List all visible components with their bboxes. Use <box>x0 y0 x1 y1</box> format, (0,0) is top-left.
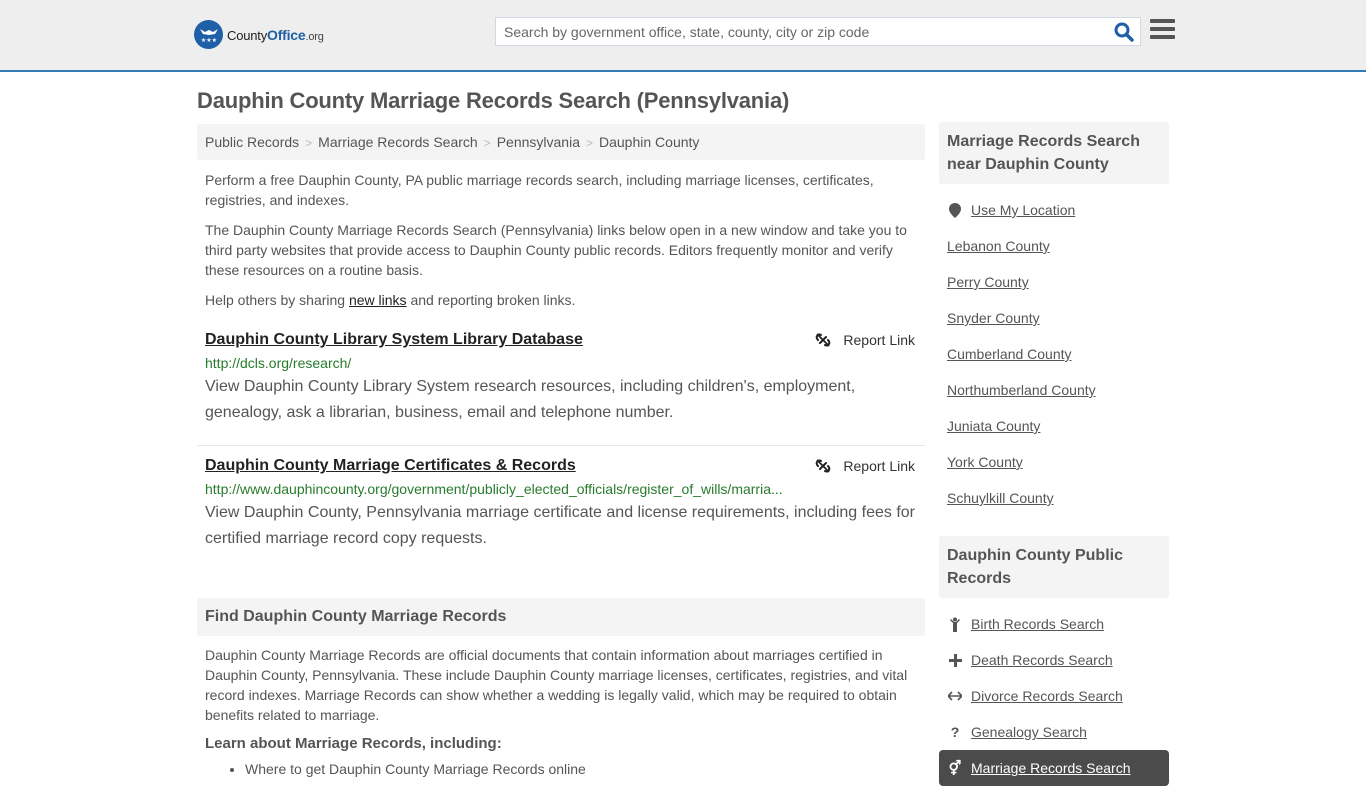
svg-text:★★★: ★★★ <box>200 37 216 44</box>
marriage-records-item: ⚥ Marriage Records Search <box>939 750 1169 786</box>
main-content: Public Records > Marriage Records Search > P… <box>197 124 925 777</box>
marriage-records-link[interactable]: Marriage Records Search <box>971 760 1131 776</box>
intro: Perform a free Dauphin County, PA public… <box>197 170 925 310</box>
report-link-button[interactable]: Report Link <box>815 456 915 476</box>
search-icon <box>1114 22 1134 42</box>
map-marker-icon <box>947 202 963 218</box>
share-text: Help others by sharing <box>205 292 349 308</box>
genealogy-link[interactable]: Genealogy Search <box>971 724 1087 740</box>
menu-bar <box>1150 19 1175 23</box>
breadcrumb-separator: > <box>483 136 491 150</box>
use-my-location-item: Use My Location <box>947 192 1161 228</box>
breadcrumb-dauphin-county[interactable]: Dauphin County <box>599 134 699 150</box>
nearby-county-link[interactable]: York County <box>947 454 1023 470</box>
site-logo[interactable]: ★★★ CountyOffice.org <box>194 20 324 49</box>
breadcrumb-separator: > <box>305 136 313 150</box>
find-records-paragraph: Dauphin County Marriage Records are offi… <box>205 647 908 723</box>
breadcrumb: Public Records > Marriage Records Search > P… <box>197 124 925 160</box>
plus-icon <box>947 653 963 667</box>
hamburger-menu-button[interactable] <box>1150 19 1175 41</box>
breadcrumb-public-records[interactable]: Public Records <box>205 134 299 150</box>
nearby-county-link[interactable]: Lebanon County <box>947 238 1050 254</box>
breadcrumb-pennsylvania[interactable]: Pennsylvania <box>497 134 580 150</box>
nearby-county-item: Schuylkill County <box>947 480 1161 516</box>
nearby-county-item: Lebanon County <box>947 228 1161 264</box>
birth-records-link[interactable]: Birth Records Search <box>971 616 1104 632</box>
breadcrumb-separator: > <box>585 136 593 150</box>
nearby-county-item: York County <box>947 444 1161 480</box>
death-records-item: Death Records Search <box>947 642 1161 678</box>
question-icon: ? <box>950 724 960 740</box>
arrows-horizontal-icon <box>947 691 963 701</box>
nearby-county-link[interactable]: Perry County <box>947 274 1029 290</box>
nearby-county-link[interactable]: Juniata County <box>947 418 1040 434</box>
result-title-link[interactable]: Dauphin County Marriage Certificates & R… <box>205 456 576 476</box>
broken-link-icon <box>816 459 831 473</box>
find-records-heading: Find Dauphin County Marriage Records <box>197 598 925 636</box>
nearby-county-item: Snyder County <box>947 300 1161 336</box>
find-records-body: Dauphin County Marriage Records are offi… <box>197 645 925 777</box>
genealogy-item: ? Genealogy Search <box>947 714 1161 750</box>
report-link-label: Report Link <box>843 458 915 474</box>
site-header: ★★★ CountyOffice.org <box>0 0 1366 72</box>
nearby-county-link[interactable]: Schuylkill County <box>947 490 1054 506</box>
child-icon <box>947 617 963 632</box>
result-url[interactable]: http://www.dauphincounty.org/government/… <box>205 480 917 498</box>
result-description: View Dauphin County Library System resea… <box>205 378 856 421</box>
birth-records-item: Birth Records Search <box>947 606 1161 642</box>
report-link-label: Report Link <box>843 332 915 348</box>
breadcrumb-marriage-records-search[interactable]: Marriage Records Search <box>318 134 478 150</box>
result-title-link[interactable]: Dauphin County Library System Library Da… <box>205 330 583 350</box>
search-box <box>495 17 1141 46</box>
nearby-county-item: Cumberland County <box>947 336 1161 372</box>
disclaimer-paragraph: The Dauphin County Marriage Records Sear… <box>205 222 907 278</box>
public-records-heading: Dauphin County Public Records <box>939 536 1169 598</box>
page-title: Dauphin County Marriage Records Search (… <box>197 88 790 113</box>
nearby-county-link[interactable]: Cumberland County <box>947 346 1072 362</box>
divorce-records-item: Divorce Records Search <box>947 678 1161 714</box>
nearby-county-link[interactable]: Snyder County <box>947 310 1040 326</box>
search-button[interactable] <box>1114 22 1134 42</box>
death-records-link[interactable]: Death Records Search <box>971 652 1113 668</box>
nearby-county-link[interactable]: Northumberland County <box>947 382 1096 398</box>
learn-about-heading: Learn about Marriage Records, including: <box>205 735 502 752</box>
share-text-end: and reporting broken links. <box>406 292 576 308</box>
nearby-county-item: Perry County <box>947 264 1161 300</box>
divorce-records-link[interactable]: Divorce Records Search <box>971 688 1123 704</box>
public-records-list: Birth Records Search Death Records Searc… <box>939 606 1169 786</box>
search-input[interactable] <box>496 18 1096 45</box>
learn-about-item: Where to get Dauphin County Marriage Rec… <box>245 761 917 777</box>
venus-mars-icon: ⚥ <box>948 759 962 776</box>
broken-link-icon <box>816 333 831 347</box>
new-links-link[interactable]: new links <box>349 292 407 308</box>
learn-about-list: Where to get Dauphin County Marriage Rec… <box>205 761 917 777</box>
result-item: Dauphin County Marriage Certificates & R… <box>197 446 925 556</box>
result-description: View Dauphin County, Pennsylvania marria… <box>205 504 916 547</box>
result-item: Dauphin County Library System Library Da… <box>197 330 925 446</box>
report-link-button[interactable]: Report Link <box>815 330 915 350</box>
nearby-heading: Marriage Records Search near Dauphin Cou… <box>939 122 1169 184</box>
sidebar: Marriage Records Search near Dauphin Cou… <box>939 122 1169 786</box>
nearby-county-item: Northumberland County <box>947 372 1161 408</box>
intro-paragraph: Perform a free Dauphin County, PA public… <box>205 172 874 208</box>
eagle-logo-icon: ★★★ <box>194 20 223 49</box>
share-paragraph: Help others by sharing new links and rep… <box>197 290 925 310</box>
result-url[interactable]: http://dcls.org/research/ <box>205 354 917 372</box>
use-my-location-link[interactable]: Use My Location <box>971 202 1075 218</box>
menu-bar <box>1150 35 1175 39</box>
nearby-list: Use My Location Lebanon County Perry Cou… <box>939 192 1169 516</box>
logo-text: CountyOffice.org <box>227 26 324 43</box>
menu-bar <box>1150 27 1175 31</box>
nearby-county-item: Juniata County <box>947 408 1161 444</box>
